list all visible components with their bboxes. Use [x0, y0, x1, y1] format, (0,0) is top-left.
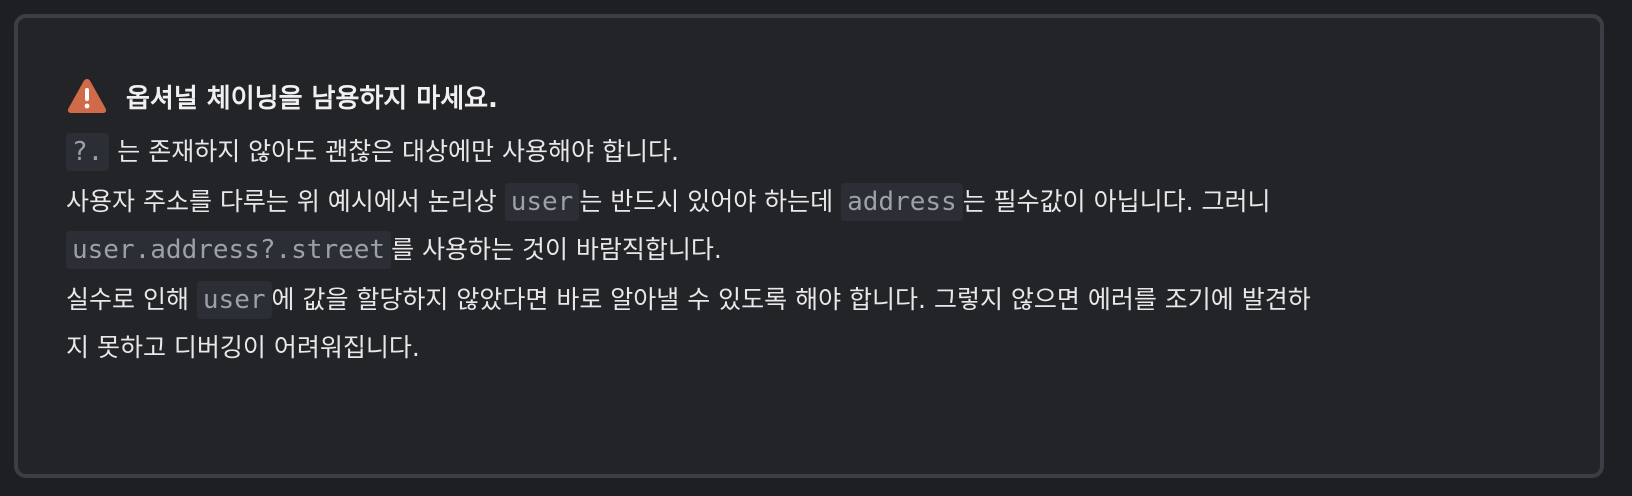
warning-triangle-icon — [66, 77, 108, 115]
inline-code: ?. — [66, 133, 110, 171]
text: 는 반드시 있어야 하는데 — [579, 187, 842, 216]
paragraph-2: 사용자 주소를 다루는 위 예시에서 논리상 user 는 반드시 있어야 하는데… — [66, 178, 1552, 274]
inline-code: user — [196, 281, 272, 319]
callout-header: 옵셔널 체이닝을 남용하지 마세요. — [66, 74, 1552, 118]
inline-code: address — [841, 183, 963, 221]
inline-code: user — [504, 183, 580, 221]
text: 는 존재하지 않아도 괜찮은 대상에만 사용해야 합니다. — [109, 137, 679, 166]
paragraph-1: ?. 는 존재하지 않아도 괜찮은 대상에만 사용해야 합니다. — [66, 128, 1552, 176]
text: 는 필수값이 아닙니다. 그러니 — [962, 187, 1271, 216]
inline-code: user.address?.street — [66, 231, 392, 269]
callout-title: 옵셔널 체이닝을 남용하지 마세요. — [126, 83, 498, 114]
text: 사용자 주소를 다루는 위 예시에서 논리상 — [66, 187, 505, 216]
text: 를 사용하는 것이 바람직합니다. — [391, 235, 722, 264]
text: 지 못하고 디버깅이 어려워집니다. — [66, 333, 420, 362]
text: 에 값을 할당하지 않았다면 바로 알아낼 수 있도록 해야 합니다. 그렇지 … — [271, 285, 1311, 314]
paragraph-3: 실수로 인해 user 에 값을 할당하지 않았다면 바로 알아낼 수 있도록 해… — [66, 276, 1552, 372]
warning-callout: 옵셔널 체이닝을 남용하지 마세요. ?. 는 존재하지 않아도 괜찮은 대상에… — [14, 14, 1604, 478]
text: 실수로 인해 — [66, 285, 197, 314]
